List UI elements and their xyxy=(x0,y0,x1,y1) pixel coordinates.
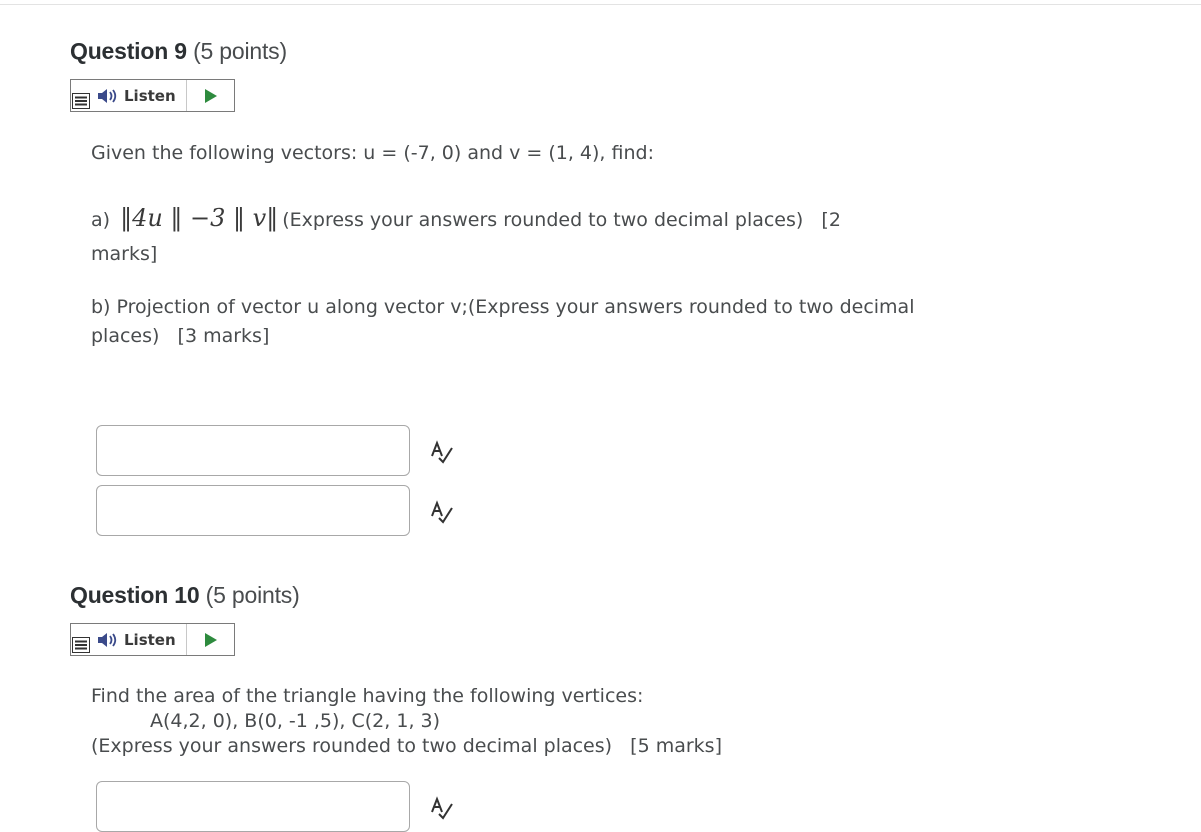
play-button[interactable] xyxy=(187,624,234,655)
part-a-instructions: (Express your answers rounded to two dec… xyxy=(282,209,841,231)
question-10-title: Question 10 (5 points) xyxy=(70,582,300,609)
play-icon xyxy=(204,88,217,103)
spellcheck-icon[interactable] xyxy=(428,500,454,524)
question-9-intro: Given the following vectors: u = (-7, 0)… xyxy=(91,142,654,164)
hamburger-menu-icon[interactable] xyxy=(71,80,93,111)
question-10-line1: Find the area of the triangle having the… xyxy=(91,685,644,707)
part-a-continuation: marks] xyxy=(91,243,158,265)
listen-label: Listen xyxy=(124,86,176,105)
question-points: (5 points) xyxy=(193,38,287,64)
listen-button[interactable]: Listen xyxy=(93,624,187,655)
listen-label: Listen xyxy=(124,630,176,649)
question-number: Question 10 xyxy=(70,582,200,608)
listen-toolbar-q10: Listen xyxy=(70,623,235,656)
answer-input-3[interactable] xyxy=(96,781,410,832)
question-10-vertices: A(4,2, 0), B(0, -1 ,5), C(2, 1, 3) xyxy=(150,710,441,732)
question-9-part-b-line1: b) Projection of vector u along vector v… xyxy=(91,296,915,318)
question-9-part-a: a) ‖4u ‖ −3 ‖ v‖ (Express your answers r… xyxy=(91,204,841,232)
question-9-part-b-line2: places) [3 marks] xyxy=(91,325,270,347)
spellcheck-icon[interactable] xyxy=(428,440,454,464)
answer-input-1[interactable] xyxy=(96,425,410,476)
play-icon xyxy=(204,632,217,647)
listen-toolbar-q9: Listen xyxy=(70,79,235,112)
part-a-expression: ‖4u ‖ −3 ‖ v‖ xyxy=(120,204,279,232)
top-divider xyxy=(0,4,1201,5)
question-number: Question 9 xyxy=(70,38,187,64)
answer-input-2[interactable] xyxy=(96,485,410,536)
speaker-icon xyxy=(98,632,117,647)
part-a-label: a) xyxy=(91,209,111,231)
question-9-title: Question 9 (5 points) xyxy=(70,38,287,65)
question-10-instructions: (Express your answers rounded to two dec… xyxy=(91,735,722,757)
spellcheck-icon[interactable] xyxy=(428,796,454,820)
question-points: (5 points) xyxy=(205,582,300,608)
play-button[interactable] xyxy=(187,80,234,111)
hamburger-menu-icon[interactable] xyxy=(71,624,93,655)
speaker-icon xyxy=(98,88,117,103)
listen-button[interactable]: Listen xyxy=(93,80,187,111)
